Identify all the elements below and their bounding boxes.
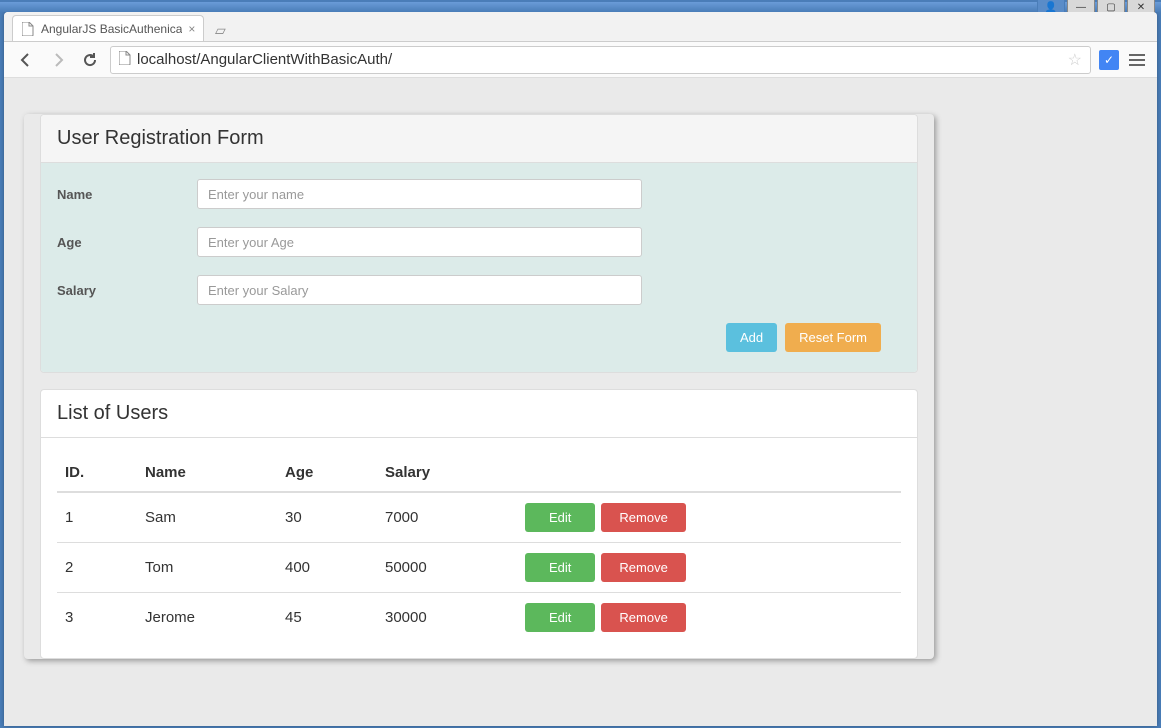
url-bar[interactable]: localhost/AngularClientWithBasicAuth/ ☆ <box>110 46 1091 74</box>
cell-id: 3 <box>57 593 137 643</box>
registration-panel: User Registration Form Name Age <box>40 114 918 373</box>
new-tab-button[interactable]: ▱ <box>208 19 232 41</box>
cell-id: 2 <box>57 543 137 593</box>
age-label: Age <box>57 235 197 250</box>
remove-button[interactable]: Remove <box>601 603 685 632</box>
header-name: Name <box>137 454 277 492</box>
remove-button[interactable]: Remove <box>601 503 685 532</box>
extension-icon[interactable]: ✓ <box>1099 50 1119 70</box>
table-row: 1Sam307000EditRemove <box>57 492 901 543</box>
cell-actions: EditRemove <box>517 593 901 643</box>
add-button[interactable]: Add <box>726 323 777 352</box>
users-list-panel: List of Users ID. Name Age Salary <box>40 389 918 659</box>
hamburger-menu-icon[interactable] <box>1127 54 1147 66</box>
cell-age: 30 <box>277 492 377 543</box>
tab-strip: AngularJS BasicAuthenica × ▱ <box>4 12 1157 42</box>
titlebar: 👤 — ▢ ✕ <box>0 2 1161 12</box>
edit-button[interactable]: Edit <box>525 503 595 532</box>
cell-name: Tom <box>137 543 277 593</box>
header-salary: Salary <box>377 454 517 492</box>
age-input[interactable] <box>197 227 642 257</box>
list-title: List of Users <box>41 390 917 438</box>
form-actions: Add Reset Form <box>57 323 901 352</box>
forward-button[interactable] <box>46 48 70 72</box>
url-text: localhost/AngularClientWithBasicAuth/ <box>137 51 1062 68</box>
header-id: ID. <box>57 454 137 492</box>
close-tab-icon[interactable]: × <box>188 22 195 36</box>
reset-form-button[interactable]: Reset Form <box>785 323 881 352</box>
document-icon <box>119 51 131 69</box>
name-input[interactable] <box>197 179 642 209</box>
name-label: Name <box>57 187 197 202</box>
tab-title: AngularJS BasicAuthenica <box>41 22 182 36</box>
users-table-wrap: ID. Name Age Salary 1Sam307000EditRemove… <box>41 438 917 658</box>
form-row-name: Name <box>57 179 901 209</box>
salary-input[interactable] <box>197 275 642 305</box>
users-table: ID. Name Age Salary 1Sam307000EditRemove… <box>57 454 901 642</box>
cell-id: 1 <box>57 492 137 543</box>
cell-salary: 50000 <box>377 543 517 593</box>
reload-button[interactable] <box>78 48 102 72</box>
nav-bar: localhost/AngularClientWithBasicAuth/ ☆ … <box>4 42 1157 78</box>
cell-name: Jerome <box>137 593 277 643</box>
page-background: User Registration Form Name Age <box>4 78 1157 726</box>
browser-window: AngularJS BasicAuthenica × ▱ localhost/A… <box>4 12 1157 726</box>
remove-button[interactable]: Remove <box>601 553 685 582</box>
table-row: 2Tom40050000EditRemove <box>57 543 901 593</box>
cell-salary: 7000 <box>377 492 517 543</box>
cell-actions: EditRemove <box>517 543 901 593</box>
cell-salary: 30000 <box>377 593 517 643</box>
form-row-age: Age <box>57 227 901 257</box>
edit-button[interactable]: Edit <box>525 553 595 582</box>
cell-name: Sam <box>137 492 277 543</box>
browser-tab[interactable]: AngularJS BasicAuthenica × <box>12 15 204 41</box>
page-card: User Registration Form Name Age <box>24 114 934 659</box>
header-age: Age <box>277 454 377 492</box>
edit-button[interactable]: Edit <box>525 603 595 632</box>
back-button[interactable] <box>14 48 38 72</box>
registration-title: User Registration Form <box>41 115 917 163</box>
os-window-frame: 👤 — ▢ ✕ AngularJS BasicAuthenica × ▱ <box>0 0 1161 728</box>
form-row-salary: Salary <box>57 275 901 305</box>
form-area: Name Age Salary <box>41 163 917 372</box>
cell-age: 400 <box>277 543 377 593</box>
document-icon <box>21 22 35 36</box>
salary-label: Salary <box>57 283 197 298</box>
bookmark-star-icon[interactable]: ☆ <box>1068 50 1082 70</box>
cell-age: 45 <box>277 593 377 643</box>
viewport[interactable]: User Registration Form Name Age <box>4 78 1157 726</box>
header-actions <box>517 454 901 492</box>
table-row: 3Jerome4530000EditRemove <box>57 593 901 643</box>
cell-actions: EditRemove <box>517 492 901 543</box>
